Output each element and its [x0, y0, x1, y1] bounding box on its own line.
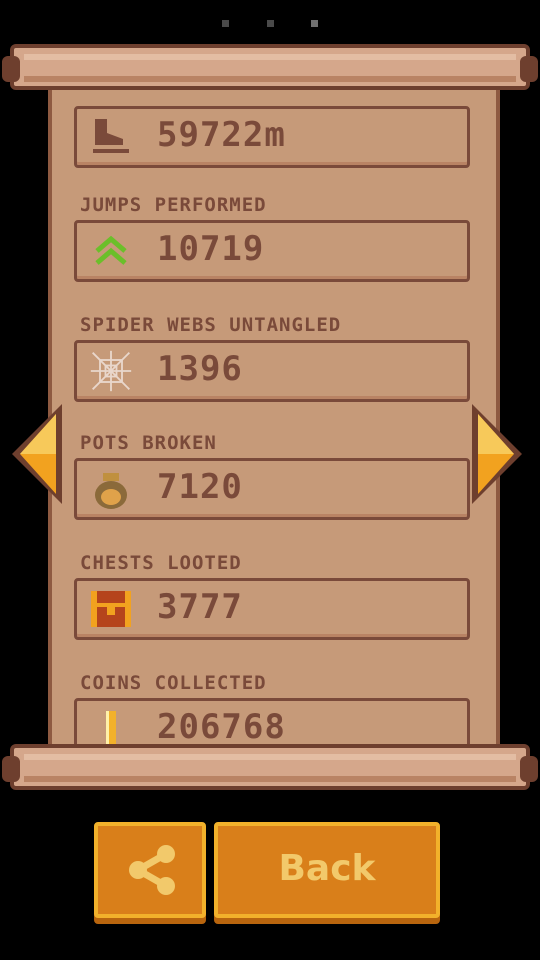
- stat-label: JUMPS PERFORMED: [80, 194, 267, 216]
- stat-value: 206768: [157, 707, 286, 747]
- stats-list: 59722m JUMPS PERFORMED 10719 SPIDER WEBS…: [52, 80, 496, 760]
- stat-value: 7120: [157, 467, 243, 507]
- chest-icon: [89, 589, 133, 629]
- scroll-knob: [2, 756, 20, 782]
- scroll-rod-bottom: [10, 744, 530, 790]
- previous-page-arrow-icon[interactable]: [10, 404, 64, 504]
- stat-label: SPIDER WEBS UNTANGLED: [80, 314, 342, 336]
- spider-web-icon: [89, 350, 133, 392]
- page-indicator: [0, 12, 540, 31]
- stat-label: CHESTS LOOTED: [80, 552, 242, 574]
- stat-value: 3777: [157, 587, 243, 627]
- page-dot-active: [311, 20, 319, 27]
- page-dot: [221, 20, 229, 27]
- stat-label: POTS BROKEN: [80, 432, 217, 454]
- stats-scroll[interactable]: 59722m JUMPS PERFORMED 10719 SPIDER WEBS…: [48, 80, 500, 760]
- stat-box-jumps: 10719: [74, 220, 470, 282]
- stat-label: COINS COLLECTED: [80, 672, 267, 694]
- back-button[interactable]: Back: [214, 822, 440, 918]
- share-icon: [124, 842, 180, 902]
- stat-box-chests: 3777: [74, 578, 470, 640]
- stat-box-pots: 7120: [74, 458, 470, 520]
- next-page-arrow-icon[interactable]: [470, 404, 524, 504]
- scroll-rod-top: [10, 44, 530, 90]
- coin-icon: [89, 709, 133, 749]
- stat-value: 10719: [157, 229, 265, 269]
- stat-value: 1396: [157, 349, 243, 389]
- scroll-knob: [520, 756, 538, 782]
- back-button-label: Back: [278, 848, 376, 889]
- stat-box-webs: 1396: [74, 340, 470, 402]
- skate-icon: [89, 117, 133, 157]
- scroll-knob: [2, 56, 20, 82]
- stat-value: 59722m: [157, 115, 286, 155]
- page-dot: [266, 20, 274, 27]
- stat-box-distance: 59722m: [74, 106, 470, 168]
- scroll-knob: [520, 56, 538, 82]
- double-chevron-up-icon: [89, 231, 133, 271]
- pot-icon: [89, 469, 133, 509]
- share-button[interactable]: [94, 822, 206, 918]
